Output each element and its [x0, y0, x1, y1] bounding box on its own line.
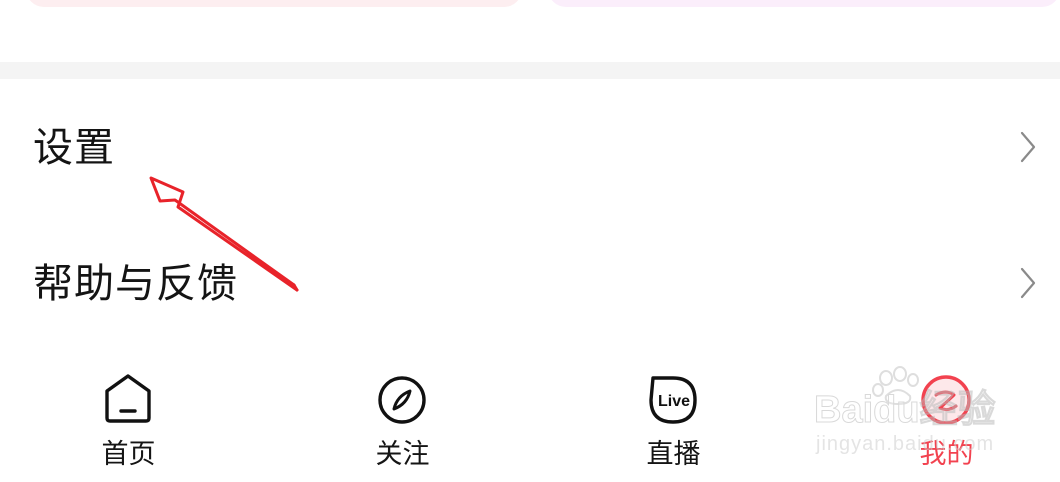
menu-item-help-feedback[interactable]: 帮助与反馈 [0, 228, 1060, 338]
home-icon [105, 374, 151, 423]
live-icon-text: Live [658, 393, 690, 410]
profile-icon [921, 375, 971, 424]
promo-card-right[interactable] [548, 0, 1060, 7]
tab-me[interactable]: 我的 [884, 362, 1004, 482]
section-divider [0, 62, 1060, 79]
tab-label: 关注 [375, 439, 430, 470]
top-cards-remnant [0, 0, 1060, 10]
tab-follow[interactable]: 关注 [340, 362, 460, 482]
tab-label: 直播 [646, 439, 701, 470]
promo-card-left[interactable] [26, 0, 522, 7]
tab-label: 我的 [919, 439, 974, 470]
tab-label: 首页 [101, 439, 156, 470]
live-icon: Live [649, 376, 697, 424]
chevron-right-icon [1020, 267, 1036, 299]
bottom-tab-bar: 首页 关注 Live 直播 我的 [0, 362, 1060, 482]
menu-item-label: 设置 [33, 125, 115, 171]
tab-home[interactable]: 首页 [66, 362, 186, 482]
menu-item-settings[interactable]: 设置 [0, 92, 1060, 202]
tab-live[interactable]: Live 直播 [611, 362, 731, 482]
menu-item-label: 帮助与反馈 [33, 261, 238, 307]
chevron-right-icon [1020, 131, 1036, 163]
compass-icon [378, 376, 426, 424]
